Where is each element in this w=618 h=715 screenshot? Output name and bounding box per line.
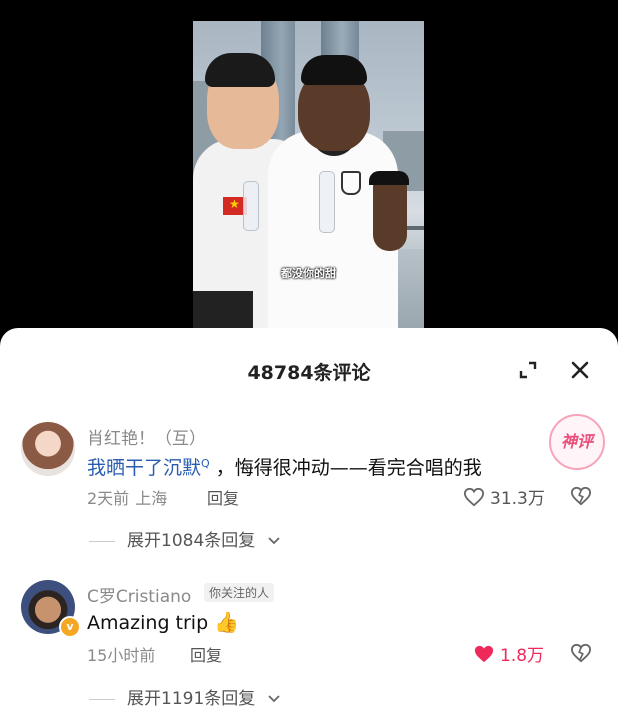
chevron-down-icon — [268, 695, 280, 703]
water-bottle — [243, 181, 259, 231]
divider-line — [89, 698, 115, 700]
screen: 都没你的甜 48784条评论 肖红艳！（互） 神评 我晒干了沉默Q，悔得很冲动—… — [0, 0, 618, 715]
divider-line — [89, 540, 115, 542]
comment-text[interactable]: 我晒干了沉默Q ，悔得很冲动——看完合唱的我 — [87, 453, 482, 480]
verified-badge: v — [59, 616, 81, 638]
expand-replies-button[interactable]: 展开1084条回复 — [89, 526, 281, 551]
expand-replies-button[interactable]: 展开1191条回复 — [89, 684, 281, 709]
like-button[interactable]: 1.8万 — [473, 641, 544, 666]
comments-panel: 48784条评论 肖红艳！（互） 神评 我晒干了沉默Q ，悔得很冲动——看完合唱的… — [0, 328, 618, 715]
following-tag: 你关注的人 — [204, 583, 275, 602]
heart-outline-icon — [463, 487, 485, 507]
comment-time: 2天前 — [87, 489, 130, 508]
dislike-icon[interactable] — [570, 643, 592, 663]
reply-button[interactable]: 回复 — [190, 642, 222, 666]
reply-button[interactable]: 回复 — [207, 485, 239, 509]
fullscreen-icon[interactable] — [518, 360, 538, 380]
comment-username[interactable]: 肖红艳！（互） — [87, 424, 206, 449]
heart-filled-icon — [474, 645, 494, 663]
water-bottle — [319, 171, 335, 233]
comment-meta: 2天前 上海 — [87, 485, 167, 509]
chevron-down-icon — [268, 537, 280, 545]
comment-username[interactable]: C罗Cristiano — [87, 582, 191, 607]
shirt-crest — [341, 171, 361, 195]
comment-text-rest: ，悔得很冲动——看完合唱的我 — [215, 457, 482, 479]
sleeve-cuff — [369, 171, 409, 185]
like-button[interactable]: 31.3万 — [463, 484, 545, 509]
person-right-hair — [301, 55, 367, 85]
search-keyword-link[interactable]: 我晒干了沉默 — [87, 457, 201, 479]
video-player[interactable]: 都没你的甜 — [193, 21, 424, 339]
expand-replies-label: 展开1084条回复 — [127, 531, 256, 551]
comment-location: 上海 — [135, 489, 168, 508]
like-count: 1.8万 — [500, 646, 545, 666]
dislike-icon[interactable] — [570, 486, 592, 506]
top-comment-badge: 神评 — [549, 414, 605, 470]
avatar[interactable] — [21, 422, 75, 476]
video-subtitle: 都没你的甜 — [281, 267, 336, 280]
thumbs-up-emoji: 👍 — [214, 610, 240, 634]
expand-replies-label: 展开1191条回复 — [127, 689, 256, 709]
comment-text-body: Amazing trip — [87, 612, 209, 634]
like-count: 31.3万 — [490, 489, 545, 509]
search-icon: Q — [201, 456, 210, 470]
comment-text[interactable]: Amazing trip 👍 — [87, 610, 239, 634]
person-left-hair — [205, 53, 275, 87]
close-icon[interactable] — [570, 360, 590, 380]
comment-time: 15小时前 — [87, 646, 156, 665]
